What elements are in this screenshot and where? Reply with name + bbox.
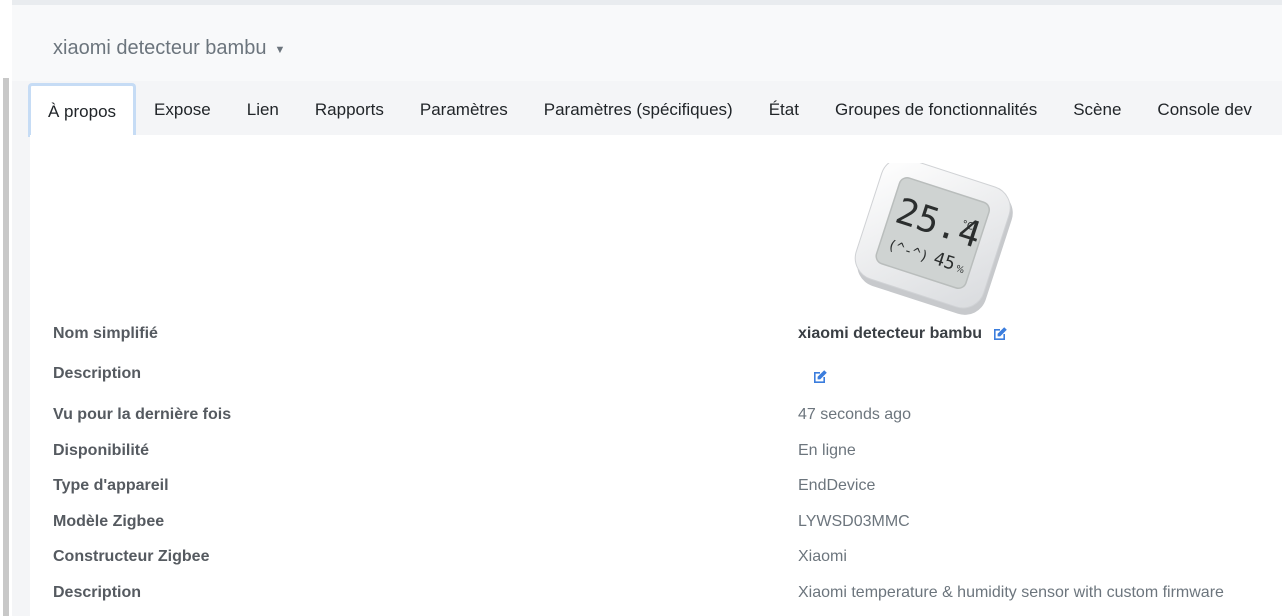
tab-exposes[interactable]: Expose	[136, 83, 229, 137]
tab-bar: À propos Expose Lien Rapports Paramètres…	[12, 81, 1282, 137]
zigbee-model-label: Modèle Zigbee	[53, 513, 165, 530]
model-description-label: Description	[53, 584, 142, 601]
availability-label: Disponibilité	[53, 442, 149, 459]
tab-dev-console[interactable]: Console dev	[1139, 83, 1270, 137]
tab-settings[interactable]: Paramètres	[402, 83, 526, 137]
device-header: xiaomi detecteur bambu ▼	[12, 5, 1282, 81]
availability-value: En ligne	[798, 442, 856, 459]
tab-settings-specific[interactable]: Paramètres (spécifiques)	[526, 83, 751, 137]
scrollbar[interactable]	[3, 78, 9, 616]
tab-scene[interactable]: Scène	[1055, 83, 1139, 137]
row-zigbee-model: Modèle Zigbee LYWSD03MMC	[30, 513, 1282, 543]
last-seen-label: Vu pour la dernière fois	[53, 406, 232, 423]
device-type-label: Type d'appareil	[53, 477, 169, 494]
row-device-type: Type d'appareil EndDevice	[30, 477, 1282, 507]
tab-reporting[interactable]: Rapports	[297, 83, 402, 137]
device-image: 25.4 °C (^-^) 45 %	[854, 163, 1013, 315]
device-selector[interactable]: xiaomi detecteur bambu ▼	[53, 37, 285, 60]
device-title: xiaomi detecteur bambu	[53, 37, 267, 59]
edit-icon[interactable]	[992, 326, 1008, 342]
device-type-value: EndDevice	[798, 477, 876, 494]
row-model-description: Description Xiaomi temperature & humidit…	[30, 584, 1282, 614]
tab-feature-groups[interactable]: Groupes de fonctionnalités	[817, 83, 1055, 137]
row-description: Description	[30, 365, 1282, 395]
description-label: Description	[53, 365, 142, 382]
friendly-name-label: Nom simplifié	[53, 325, 158, 342]
zigbee-manufacturer-label: Constructeur Zigbee	[53, 548, 210, 565]
model-description-value: Xiaomi temperature & humidity sensor wit…	[798, 584, 1224, 601]
chevron-down-icon: ▼	[274, 43, 286, 56]
row-availability: Disponibilité En ligne	[30, 442, 1282, 472]
edit-icon[interactable]	[812, 369, 828, 385]
row-zigbee-manufacturer: Constructeur Zigbee Xiaomi	[30, 548, 1282, 578]
last-seen-value: 47 seconds ago	[798, 406, 911, 423]
friendly-name-value: xiaomi detecteur bambu	[798, 325, 983, 342]
zigbee-manufacturer-value: Xiaomi	[798, 548, 847, 565]
row-friendly-name: Nom simplifié xiaomi detecteur bambu	[30, 325, 1282, 355]
tab-state[interactable]: État	[751, 83, 817, 137]
row-last-seen: Vu pour la dernière fois 47 seconds ago	[30, 406, 1282, 436]
tab-about[interactable]: À propos	[28, 83, 137, 137]
tab-bind[interactable]: Lien	[229, 83, 297, 137]
zigbee-model-value: LYWSD03MMC	[798, 513, 910, 530]
about-panel: 25.4 °C (^-^) 45 % Nom simplifié xiaomi …	[30, 135, 1282, 616]
